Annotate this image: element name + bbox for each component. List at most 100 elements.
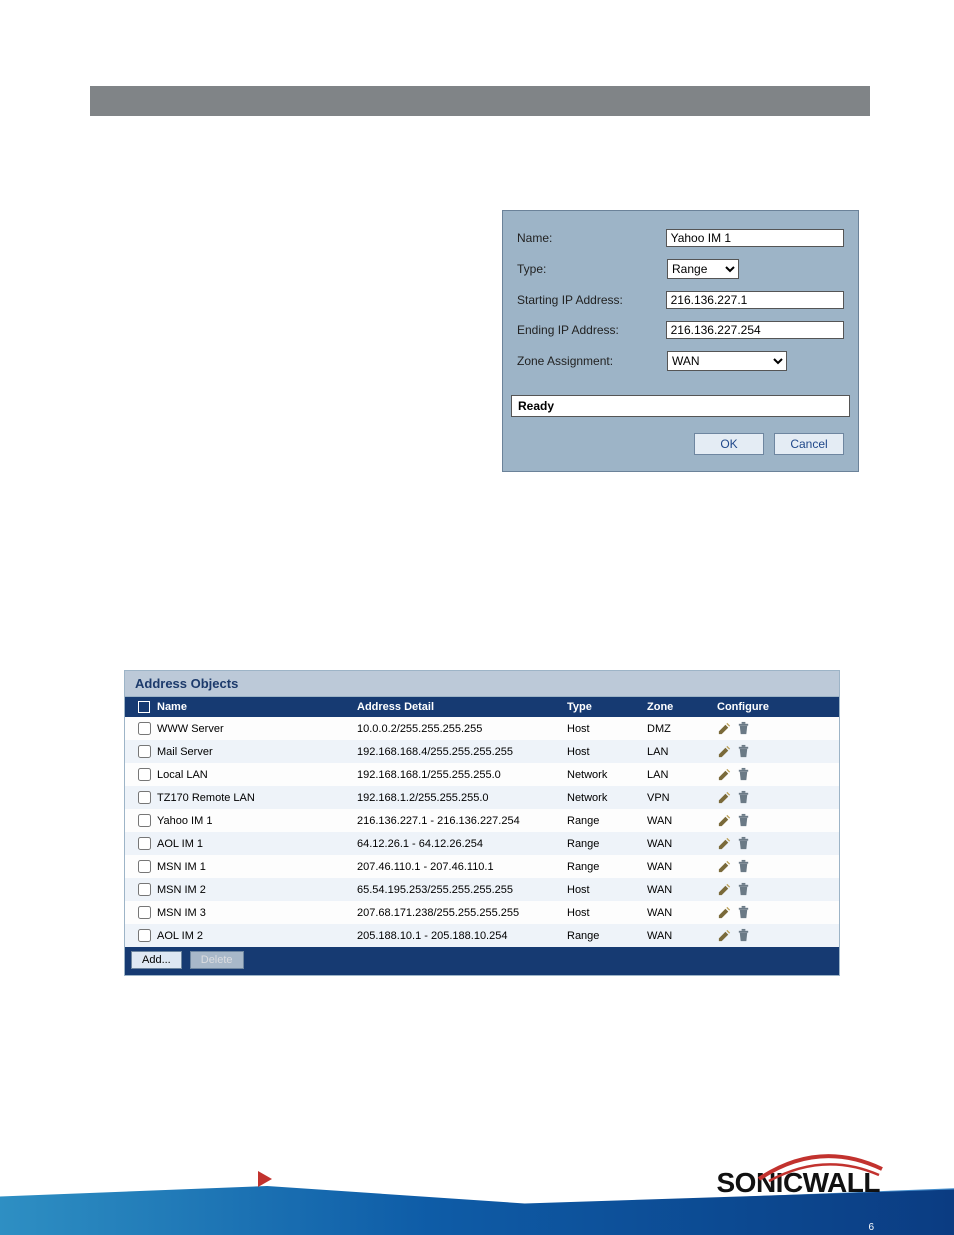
trash-icon[interactable] bbox=[736, 721, 751, 736]
row-detail: 64.12.26.1 - 64.12.26.254 bbox=[357, 838, 567, 850]
trash-icon[interactable] bbox=[736, 905, 751, 920]
starting-ip-label: Starting IP Address: bbox=[517, 293, 666, 307]
table-body: WWW Server10.0.0.2/255.255.255.255HostDM… bbox=[125, 717, 839, 947]
edit-icon[interactable] bbox=[717, 836, 732, 851]
trash-icon[interactable] bbox=[736, 744, 751, 759]
edit-icon[interactable] bbox=[717, 905, 732, 920]
col-name: Name bbox=[153, 701, 357, 713]
row-name: MSN IM 2 bbox=[157, 884, 206, 896]
row-checkbox[interactable] bbox=[138, 745, 151, 758]
table-row: WWW Server10.0.0.2/255.255.255.255HostDM… bbox=[125, 717, 839, 740]
edit-icon[interactable] bbox=[717, 859, 732, 874]
edit-icon[interactable] bbox=[717, 813, 732, 828]
row-type: Range bbox=[567, 861, 647, 873]
col-detail: Address Detail bbox=[357, 701, 567, 713]
row-type: Host bbox=[567, 907, 647, 919]
type-select[interactable]: Range bbox=[667, 259, 739, 279]
row-checkbox[interactable] bbox=[138, 860, 151, 873]
panel-title: Address Objects bbox=[125, 671, 839, 697]
edit-icon[interactable] bbox=[717, 882, 732, 897]
ending-ip-label: Ending IP Address: bbox=[517, 323, 666, 337]
table-row: MSN IM 1 207.46.110.1 - 207.46.110.1Range… bbox=[125, 855, 839, 878]
trash-icon[interactable] bbox=[736, 859, 751, 874]
row-name: MSN IM 1 bbox=[157, 861, 206, 873]
row-zone: WAN bbox=[647, 907, 717, 919]
trash-icon[interactable] bbox=[736, 767, 751, 782]
row-name: MSN IM 3 bbox=[157, 907, 206, 919]
row-checkbox[interactable] bbox=[138, 906, 151, 919]
play-icon bbox=[258, 1171, 272, 1187]
row-name: AOL IM 1 bbox=[157, 838, 203, 850]
row-zone: WAN bbox=[647, 861, 717, 873]
row-detail: 65.54.195.253/255.255.255.255 bbox=[357, 884, 567, 896]
page-number: 6 bbox=[868, 1222, 874, 1233]
trash-icon[interactable] bbox=[736, 813, 751, 828]
edit-icon[interactable] bbox=[717, 928, 732, 943]
row-checkbox[interactable] bbox=[138, 883, 151, 896]
row-zone: LAN bbox=[647, 769, 717, 781]
row-checkbox[interactable] bbox=[138, 722, 151, 735]
table-footer: Add... Delete bbox=[125, 947, 839, 975]
row-zone: WAN bbox=[647, 930, 717, 942]
col-type: Type bbox=[567, 701, 647, 713]
row-checkbox[interactable] bbox=[138, 814, 151, 827]
row-type: Network bbox=[567, 792, 647, 804]
row-zone: LAN bbox=[647, 746, 717, 758]
row-name: Local LAN bbox=[157, 769, 208, 781]
name-input[interactable] bbox=[666, 229, 844, 247]
trash-icon[interactable] bbox=[736, 928, 751, 943]
row-type: Host bbox=[567, 746, 647, 758]
row-type: Network bbox=[567, 769, 647, 781]
row-type: Host bbox=[567, 884, 647, 896]
type-label: Type: bbox=[517, 262, 667, 276]
row-detail: 192.168.1.2/255.255.255.0 bbox=[357, 792, 567, 804]
row-name: Mail Server bbox=[157, 746, 213, 758]
name-label: Name: bbox=[517, 231, 666, 245]
row-name: Yahoo IM 1 bbox=[157, 815, 212, 827]
trash-icon[interactable] bbox=[736, 836, 751, 851]
row-name: AOL IM 2 bbox=[157, 930, 203, 942]
cancel-button[interactable]: Cancel bbox=[774, 433, 844, 455]
col-zone: Zone bbox=[647, 701, 717, 713]
table-row: AOL IM 1 64.12.26.1 - 64.12.26.254RangeWA… bbox=[125, 832, 839, 855]
logo-swoosh-icon bbox=[754, 1149, 884, 1185]
status-bar: Ready bbox=[511, 395, 850, 417]
ending-ip-input[interactable] bbox=[666, 321, 844, 339]
edit-icon[interactable] bbox=[717, 790, 732, 805]
trash-icon[interactable] bbox=[736, 882, 751, 897]
zone-label: Zone Assignment: bbox=[517, 354, 667, 368]
starting-ip-input[interactable] bbox=[666, 291, 844, 309]
sonicwall-logo: SONICWALL bbox=[717, 1167, 881, 1199]
edit-icon[interactable] bbox=[717, 721, 732, 736]
add-address-object-dialog: Name: Type: Range Starting IP Address: E… bbox=[502, 210, 859, 472]
row-zone: DMZ bbox=[647, 723, 717, 735]
row-checkbox[interactable] bbox=[138, 837, 151, 850]
address-objects-panel: Address Objects Name Address Detail Type… bbox=[124, 670, 840, 976]
table-row: MSN IM 2 65.54.195.253/255.255.255.255Hos… bbox=[125, 878, 839, 901]
row-detail: 205.188.10.1 - 205.188.10.254 bbox=[357, 930, 567, 942]
row-zone: VPN bbox=[647, 792, 717, 804]
row-checkbox[interactable] bbox=[138, 768, 151, 781]
ok-button[interactable]: OK bbox=[694, 433, 764, 455]
row-detail: 10.0.0.2/255.255.255.255 bbox=[357, 723, 567, 735]
table-row: Local LAN192.168.168.1/255.255.255.0Netw… bbox=[125, 763, 839, 786]
row-zone: WAN bbox=[647, 838, 717, 850]
row-detail: 207.46.110.1 - 207.46.110.1 bbox=[357, 861, 567, 873]
edit-icon[interactable] bbox=[717, 767, 732, 782]
select-all-checkbox[interactable] bbox=[138, 701, 150, 713]
edit-icon[interactable] bbox=[717, 744, 732, 759]
row-detail: 192.168.168.4/255.255.255.255 bbox=[357, 746, 567, 758]
row-checkbox[interactable] bbox=[138, 791, 151, 804]
row-type: Range bbox=[567, 930, 647, 942]
row-detail: 216.136.227.1 - 216.136.227.254 bbox=[357, 815, 567, 827]
row-checkbox[interactable] bbox=[138, 929, 151, 942]
row-type: Range bbox=[567, 838, 647, 850]
row-name: TZ170 Remote LAN bbox=[157, 792, 255, 804]
row-type: Host bbox=[567, 723, 647, 735]
zone-select[interactable]: WAN bbox=[667, 351, 787, 371]
add-button[interactable]: Add... bbox=[131, 951, 182, 969]
row-zone: WAN bbox=[647, 815, 717, 827]
row-type: Range bbox=[567, 815, 647, 827]
trash-icon[interactable] bbox=[736, 790, 751, 805]
delete-button[interactable]: Delete bbox=[190, 951, 244, 969]
